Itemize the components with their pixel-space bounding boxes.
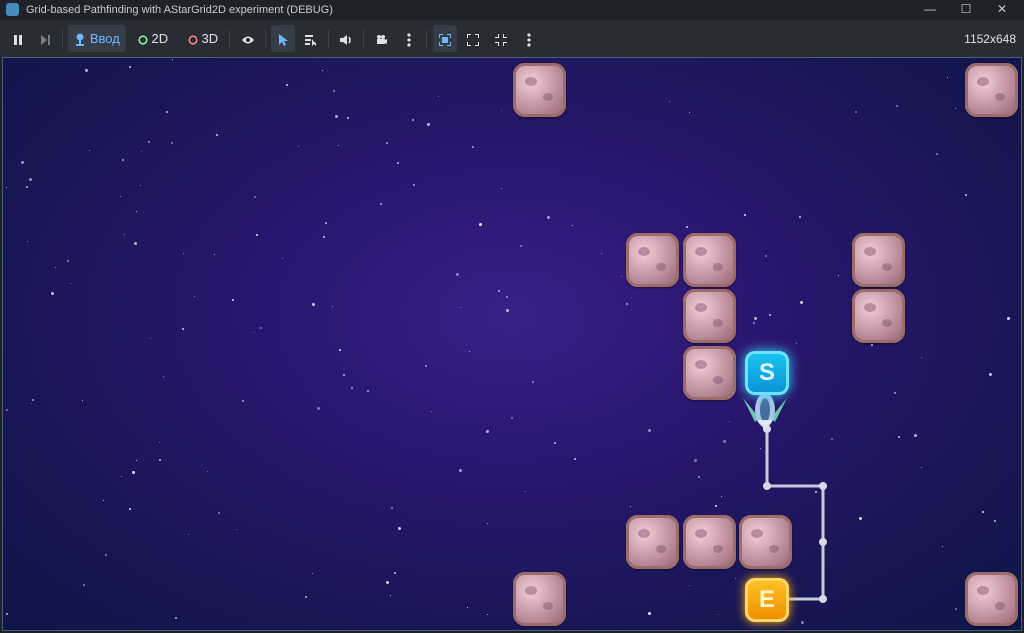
game-viewport[interactable]: S E bbox=[2, 57, 1022, 631]
resolution-label: 1152x648 bbox=[964, 32, 1016, 46]
path-node bbox=[763, 482, 771, 490]
more-options-button[interactable] bbox=[517, 25, 541, 52]
circle-3d-icon bbox=[188, 34, 198, 45]
audio-button[interactable] bbox=[334, 25, 358, 52]
toolbar-separator bbox=[363, 30, 364, 48]
joystick-icon bbox=[76, 33, 85, 46]
godot-app-icon bbox=[6, 3, 19, 16]
close-button[interactable]: ✕ bbox=[984, 0, 1020, 20]
fit-window-button[interactable] bbox=[461, 25, 485, 52]
camera-button[interactable] bbox=[369, 25, 393, 52]
path-node bbox=[819, 482, 827, 490]
input-mode-label: Ввод bbox=[89, 31, 120, 46]
pause-icon bbox=[14, 34, 22, 45]
next-frame-button[interactable] bbox=[33, 25, 57, 52]
mode-3d-button[interactable]: 3D bbox=[182, 25, 224, 52]
next-frame-icon bbox=[41, 34, 50, 45]
movie-camera-icon bbox=[377, 34, 387, 44]
mode-2d-button[interactable]: 2D bbox=[132, 25, 174, 52]
camera-options-button[interactable] bbox=[397, 25, 421, 52]
game-toolbar: Ввод 2D 3D 1152x648 bbox=[0, 20, 1024, 57]
window-title: Grid-based Pathfinding with AStarGrid2D … bbox=[26, 4, 333, 16]
window-title-bar: Grid-based Pathfinding with AStarGrid2D … bbox=[0, 0, 1024, 20]
start-marker[interactable]: S bbox=[745, 351, 789, 395]
list-select-button[interactable] bbox=[299, 25, 323, 52]
embed-game-button[interactable] bbox=[433, 25, 457, 52]
speaker-icon bbox=[340, 34, 351, 45]
kebab-menu-icon bbox=[407, 32, 411, 47]
embed-window-icon bbox=[439, 33, 451, 46]
path-node bbox=[819, 538, 827, 546]
toolbar-separator bbox=[62, 30, 63, 48]
visibility-button[interactable] bbox=[236, 25, 260, 52]
maximize-button[interactable]: ☐ bbox=[948, 0, 984, 20]
toolbar-separator bbox=[426, 30, 427, 48]
keep-aspect-button[interactable] bbox=[489, 25, 513, 52]
mode-2d-label: 2D bbox=[151, 31, 169, 46]
list-cursor-icon bbox=[305, 34, 316, 46]
expand-corners-icon bbox=[467, 33, 479, 46]
minimize-button[interactable]: — bbox=[912, 0, 948, 20]
circle-2d-icon bbox=[138, 34, 148, 45]
toolbar-separator bbox=[229, 30, 230, 48]
toolbar-separator bbox=[265, 30, 266, 48]
cursor-arrow-icon bbox=[279, 33, 288, 46]
select-tool-button[interactable] bbox=[271, 25, 295, 52]
kebab-menu-icon bbox=[527, 32, 531, 47]
eye-icon bbox=[242, 36, 254, 44]
start-marker-label: S bbox=[758, 359, 775, 386]
pause-button[interactable] bbox=[6, 25, 30, 52]
path-overlay bbox=[763, 425, 827, 603]
toolbar-separator bbox=[328, 30, 329, 48]
end-marker[interactable]: E bbox=[745, 578, 789, 622]
path-line bbox=[765, 429, 825, 601]
input-mode-button[interactable]: Ввод bbox=[68, 25, 126, 52]
shrink-corners-icon bbox=[495, 33, 507, 46]
mode-3d-label: 3D bbox=[201, 31, 219, 46]
end-marker-label: E bbox=[758, 586, 775, 613]
path-node bbox=[819, 595, 827, 603]
